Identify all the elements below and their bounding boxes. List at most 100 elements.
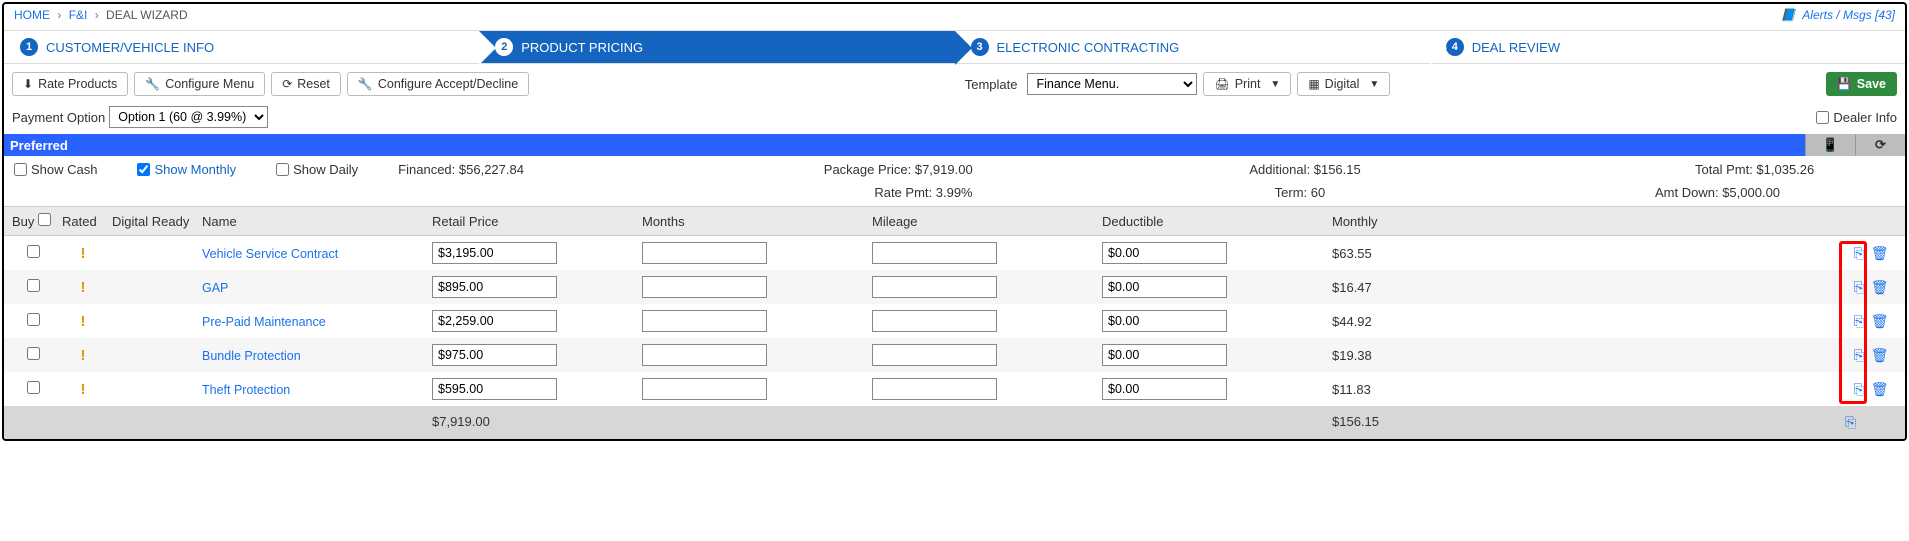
buy-checkbox[interactable] bbox=[27, 245, 40, 258]
retail-price-input[interactable] bbox=[432, 276, 557, 298]
product-name-link[interactable]: Theft Protection bbox=[202, 383, 290, 397]
show-monthly-checkbox-label[interactable]: Show Monthly bbox=[137, 162, 236, 177]
step-electronic-contracting[interactable]: 3 ELECTRONIC CONTRACTING bbox=[955, 31, 1430, 63]
deductible-input[interactable] bbox=[1102, 310, 1227, 332]
retail-price-input[interactable] bbox=[432, 242, 557, 264]
print-icon: 🖨 bbox=[1214, 77, 1229, 91]
deductible-input[interactable] bbox=[1102, 242, 1227, 264]
col-deductible: Deductible bbox=[1098, 214, 1328, 229]
step-number: 1 bbox=[20, 38, 38, 56]
months-input[interactable] bbox=[642, 344, 767, 366]
mobile-icon-button[interactable]: 📱 bbox=[1805, 134, 1855, 156]
col-months: Months bbox=[638, 214, 868, 229]
rate-products-button[interactable]: ⬇Rate Products bbox=[12, 72, 128, 96]
step-number: 3 bbox=[971, 38, 989, 56]
deductible-input[interactable] bbox=[1102, 276, 1227, 298]
retail-price-input[interactable] bbox=[432, 378, 557, 400]
months-input[interactable] bbox=[642, 378, 767, 400]
product-name-link[interactable]: Pre-Paid Maintenance bbox=[202, 315, 326, 329]
months-input[interactable] bbox=[642, 310, 767, 332]
buy-checkbox[interactable] bbox=[27, 279, 40, 292]
months-input[interactable] bbox=[642, 276, 767, 298]
alerts-link[interactable]: 📘 Alerts / Msgs [43] bbox=[1780, 8, 1895, 22]
buy-checkbox[interactable] bbox=[27, 381, 40, 394]
buy-checkbox[interactable] bbox=[27, 347, 40, 360]
template-label: Template bbox=[965, 77, 1018, 92]
trash-icon[interactable]: 🗑 bbox=[1871, 279, 1889, 296]
chevron-down-icon: ▼ bbox=[1270, 79, 1280, 90]
copy-icon[interactable]: ⎘ bbox=[1854, 245, 1865, 262]
preferred-title: Preferred bbox=[10, 138, 68, 153]
financed-summary: Financed: $56,227.84 bbox=[398, 162, 804, 177]
buy-all-checkbox[interactable] bbox=[38, 213, 51, 226]
step-deal-review[interactable]: 4 DEAL REVIEW bbox=[1430, 31, 1905, 63]
trash-icon[interactable]: 🗑 bbox=[1871, 245, 1889, 262]
buy-checkbox[interactable] bbox=[27, 313, 40, 326]
footer-retail-total: $7,919.00 bbox=[428, 414, 638, 431]
mileage-input[interactable] bbox=[872, 276, 997, 298]
step-product-pricing[interactable]: 2 PRODUCT PRICING bbox=[479, 31, 954, 63]
show-cash-checkbox-label[interactable]: Show Cash bbox=[14, 162, 97, 177]
col-buy: Buy bbox=[8, 213, 58, 229]
mobile-icon: 📱 bbox=[1822, 137, 1838, 153]
breadcrumb-home[interactable]: HOME bbox=[14, 8, 50, 22]
col-retail: Retail Price bbox=[428, 214, 638, 229]
alerts-label: Alerts / Msgs bbox=[1802, 8, 1871, 22]
trash-icon[interactable]: 🗑 bbox=[1871, 313, 1889, 330]
footer-monthly-total: $156.15 bbox=[1328, 414, 1558, 431]
chevron-down-icon: ▼ bbox=[1369, 79, 1379, 90]
monthly-value: $16.47 bbox=[1328, 280, 1558, 295]
rated-indicator: ! bbox=[58, 245, 108, 262]
step-label: CUSTOMER/VEHICLE INFO bbox=[46, 40, 214, 55]
show-daily-checkbox-label[interactable]: Show Daily bbox=[276, 162, 358, 177]
deductible-input[interactable] bbox=[1102, 344, 1227, 366]
retail-price-input[interactable] bbox=[432, 310, 557, 332]
breadcrumb-fi[interactable]: F&I bbox=[69, 8, 88, 22]
dealer-info-label: Dealer Info bbox=[1833, 110, 1897, 125]
rated-indicator: ! bbox=[58, 313, 108, 330]
show-daily-checkbox[interactable] bbox=[276, 163, 289, 176]
total-pmt-summary: Total Pmt: $1,035.26 bbox=[1695, 162, 1895, 177]
mileage-input[interactable] bbox=[872, 310, 997, 332]
col-digital-ready: Digital Ready bbox=[108, 214, 198, 229]
save-icon: 💾 bbox=[1837, 77, 1852, 91]
step-customer-vehicle[interactable]: 1 CUSTOMER/VEHICLE INFO bbox=[4, 31, 479, 63]
digital-button[interactable]: ▦Digital▼ bbox=[1297, 72, 1390, 96]
show-cash-checkbox[interactable] bbox=[14, 163, 27, 176]
retail-price-input[interactable] bbox=[432, 344, 557, 366]
monthly-value: $63.55 bbox=[1328, 246, 1558, 261]
monthly-value: $19.38 bbox=[1328, 348, 1558, 363]
col-monthly: Monthly bbox=[1328, 214, 1558, 229]
print-button[interactable]: 🖨Print▼ bbox=[1203, 72, 1291, 96]
copy-icon[interactable]: ⎘ bbox=[1854, 313, 1865, 330]
col-mileage: Mileage bbox=[868, 214, 1098, 229]
mileage-input[interactable] bbox=[872, 378, 997, 400]
refresh-icon-button[interactable]: ⟳ bbox=[1855, 134, 1905, 156]
copy-all-icon[interactable]: ⎘ bbox=[1845, 414, 1856, 430]
show-monthly-checkbox[interactable] bbox=[137, 163, 150, 176]
package-price-summary: Package Price: $7,919.00 bbox=[824, 162, 1230, 177]
configure-accept-decline-button[interactable]: 🔧Configure Accept/Decline bbox=[347, 72, 529, 96]
wrench-icon: 🔧 bbox=[358, 77, 373, 91]
deductible-input[interactable] bbox=[1102, 378, 1227, 400]
template-select[interactable]: Finance Menu. bbox=[1027, 73, 1197, 95]
mileage-input[interactable] bbox=[872, 344, 997, 366]
save-button[interactable]: 💾Save bbox=[1826, 72, 1897, 96]
rated-indicator: ! bbox=[58, 347, 108, 364]
payment-option-label: Payment Option bbox=[12, 110, 105, 125]
copy-icon[interactable]: ⎘ bbox=[1854, 347, 1865, 364]
dealer-info-checkbox[interactable] bbox=[1816, 111, 1829, 124]
product-name-link[interactable]: Vehicle Service Contract bbox=[202, 247, 338, 261]
mileage-input[interactable] bbox=[872, 242, 997, 264]
configure-menu-button[interactable]: 🔧Configure Menu bbox=[134, 72, 265, 96]
product-name-link[interactable]: Bundle Protection bbox=[202, 349, 301, 363]
payment-option-select[interactable]: Option 1 (60 @ 3.99%) bbox=[109, 106, 268, 128]
table-row: ! Theft Protection $11.83 ⎘ 🗑 bbox=[4, 372, 1905, 406]
reset-button[interactable]: ⟳Reset bbox=[271, 72, 341, 96]
months-input[interactable] bbox=[642, 242, 767, 264]
trash-icon[interactable]: 🗑 bbox=[1871, 381, 1889, 398]
copy-icon[interactable]: ⎘ bbox=[1854, 381, 1865, 398]
copy-icon[interactable]: ⎘ bbox=[1854, 279, 1865, 296]
trash-icon[interactable]: 🗑 bbox=[1871, 347, 1889, 364]
product-name-link[interactable]: GAP bbox=[202, 281, 228, 295]
